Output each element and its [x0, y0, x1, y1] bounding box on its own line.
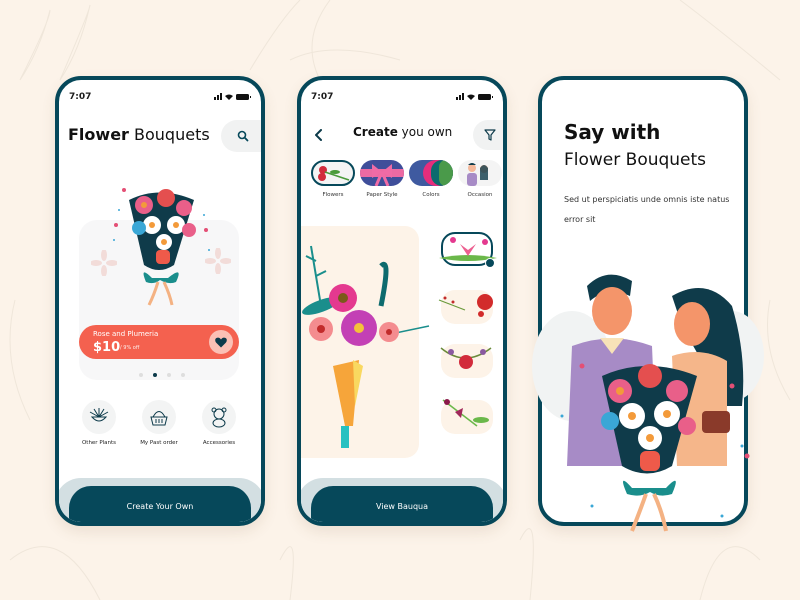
- category-other-plants[interactable]: Other Plants: [69, 400, 129, 446]
- onboarding-heading: Say with: [564, 120, 661, 144]
- status-time: 7:07: [311, 92, 334, 102]
- option-label: Paper Style: [366, 192, 398, 198]
- product-price: $10: [93, 340, 121, 355]
- signal-icon: [214, 93, 222, 100]
- page-title: Flower Bouquets: [68, 125, 210, 144]
- header: Create you own: [301, 120, 503, 152]
- cta-container: Create Your Own: [59, 478, 261, 522]
- category-label: Accessories: [202, 440, 236, 446]
- arrangement-option[interactable]: [441, 399, 493, 434]
- page-title: Create you own: [353, 125, 452, 139]
- arrangement-option[interactable]: [440, 344, 493, 378]
- option-occasion[interactable]: Occasion: [458, 160, 502, 198]
- arrangement-3-image: [440, 347, 492, 369]
- featured-price-bar[interactable]: Rose and Plumeria $10 / 9% off: [79, 325, 239, 359]
- option-colors[interactable]: Colors: [409, 160, 453, 198]
- filter-button[interactable]: [473, 120, 503, 150]
- onboarding-body: Sed ut perspiciatis unde omnis iste natu…: [564, 195, 730, 224]
- back-arrow-icon: [315, 129, 322, 141]
- status-bar: 7:07: [69, 92, 251, 104]
- status-bar: 7:07: [311, 92, 493, 104]
- heart-icon: [215, 337, 227, 347]
- carousel-dot[interactable]: [167, 373, 171, 377]
- product-name: Rose and Plumeria: [93, 330, 159, 338]
- phone-create-screen: 7:07 Create you own Flowers Paper Style …: [297, 76, 507, 526]
- category-label: Combo: [249, 440, 261, 446]
- category-label: My Past order: [140, 440, 178, 446]
- category-accessories[interactable]: Accessories: [189, 400, 249, 446]
- create-your-own-button[interactable]: Create Your Own: [69, 486, 251, 522]
- cta-container: View Bauqua: [301, 478, 503, 522]
- category-list: Other Plants My Past order Accessories C…: [69, 400, 261, 446]
- bouquet-preview-illustration: [302, 245, 430, 448]
- title-bold: Create: [353, 125, 398, 139]
- search-icon: [237, 130, 249, 142]
- title-bold: Flower: [68, 125, 129, 144]
- title-rest: you own: [397, 125, 453, 139]
- option-label: Flowers: [322, 192, 344, 198]
- arrangement-option-selected[interactable]: [439, 232, 497, 268]
- flowers-thumbnail: [311, 160, 355, 186]
- potted-plant-icon: [89, 408, 109, 422]
- phone-home-screen: 7:07 Flower Bouquets Rose and Plumeria $…: [55, 76, 265, 526]
- category-combo[interactable]: Combo: [249, 400, 261, 446]
- title-rest: Bouquets: [128, 125, 210, 144]
- search-button[interactable]: [221, 120, 261, 152]
- carousel-dot[interactable]: [181, 373, 185, 377]
- checkmark-icon: [485, 258, 495, 268]
- battery-icon: [236, 93, 251, 100]
- option-paper-style[interactable]: Paper Style: [360, 160, 404, 198]
- battery-icon: [478, 93, 493, 100]
- phone-onboarding-screen: Say with Flower Bouquets Sed ut perspici…: [532, 76, 764, 532]
- arrangement-2-image: [438, 294, 493, 317]
- paper-style-thumbnail: [360, 160, 404, 186]
- view-bouquet-button[interactable]: View Bauqua: [311, 486, 493, 522]
- carousel-dot[interactable]: [139, 373, 143, 377]
- teddy-bear-icon: [211, 407, 227, 428]
- category-label: Other Plants: [81, 440, 117, 446]
- arrangement-option[interactable]: [438, 290, 493, 324]
- product-discount: / 9% off: [120, 345, 140, 351]
- carousel-indicator: [139, 373, 185, 377]
- back-button[interactable]: [311, 126, 327, 144]
- arrangement-4-image: [442, 399, 489, 427]
- basket-icon: [150, 411, 168, 426]
- status-time: 7:07: [69, 92, 92, 102]
- option-label: Colors: [422, 192, 440, 198]
- carousel-dot-active[interactable]: [153, 373, 157, 377]
- wifi-icon: [467, 94, 475, 100]
- bouquet-preview: [301, 226, 430, 458]
- signal-icon: [456, 93, 464, 100]
- filter-icon: [484, 129, 496, 141]
- option-label: Occasion: [467, 192, 493, 198]
- couple-with-bouquet-illustration: [532, 274, 764, 532]
- colors-thumbnail: [409, 160, 453, 186]
- wifi-icon: [225, 94, 233, 100]
- favorite-button[interactable]: [209, 330, 233, 354]
- option-tabs: Flowers Paper Style Colors Occasion: [311, 160, 502, 198]
- occasion-thumbnail: [458, 160, 502, 186]
- bouquet-illustration: [113, 188, 210, 306]
- option-flowers[interactable]: Flowers: [311, 160, 355, 198]
- category-past-order[interactable]: My Past order: [129, 400, 189, 446]
- onboarding-subheading: Flower Bouquets: [564, 150, 707, 170]
